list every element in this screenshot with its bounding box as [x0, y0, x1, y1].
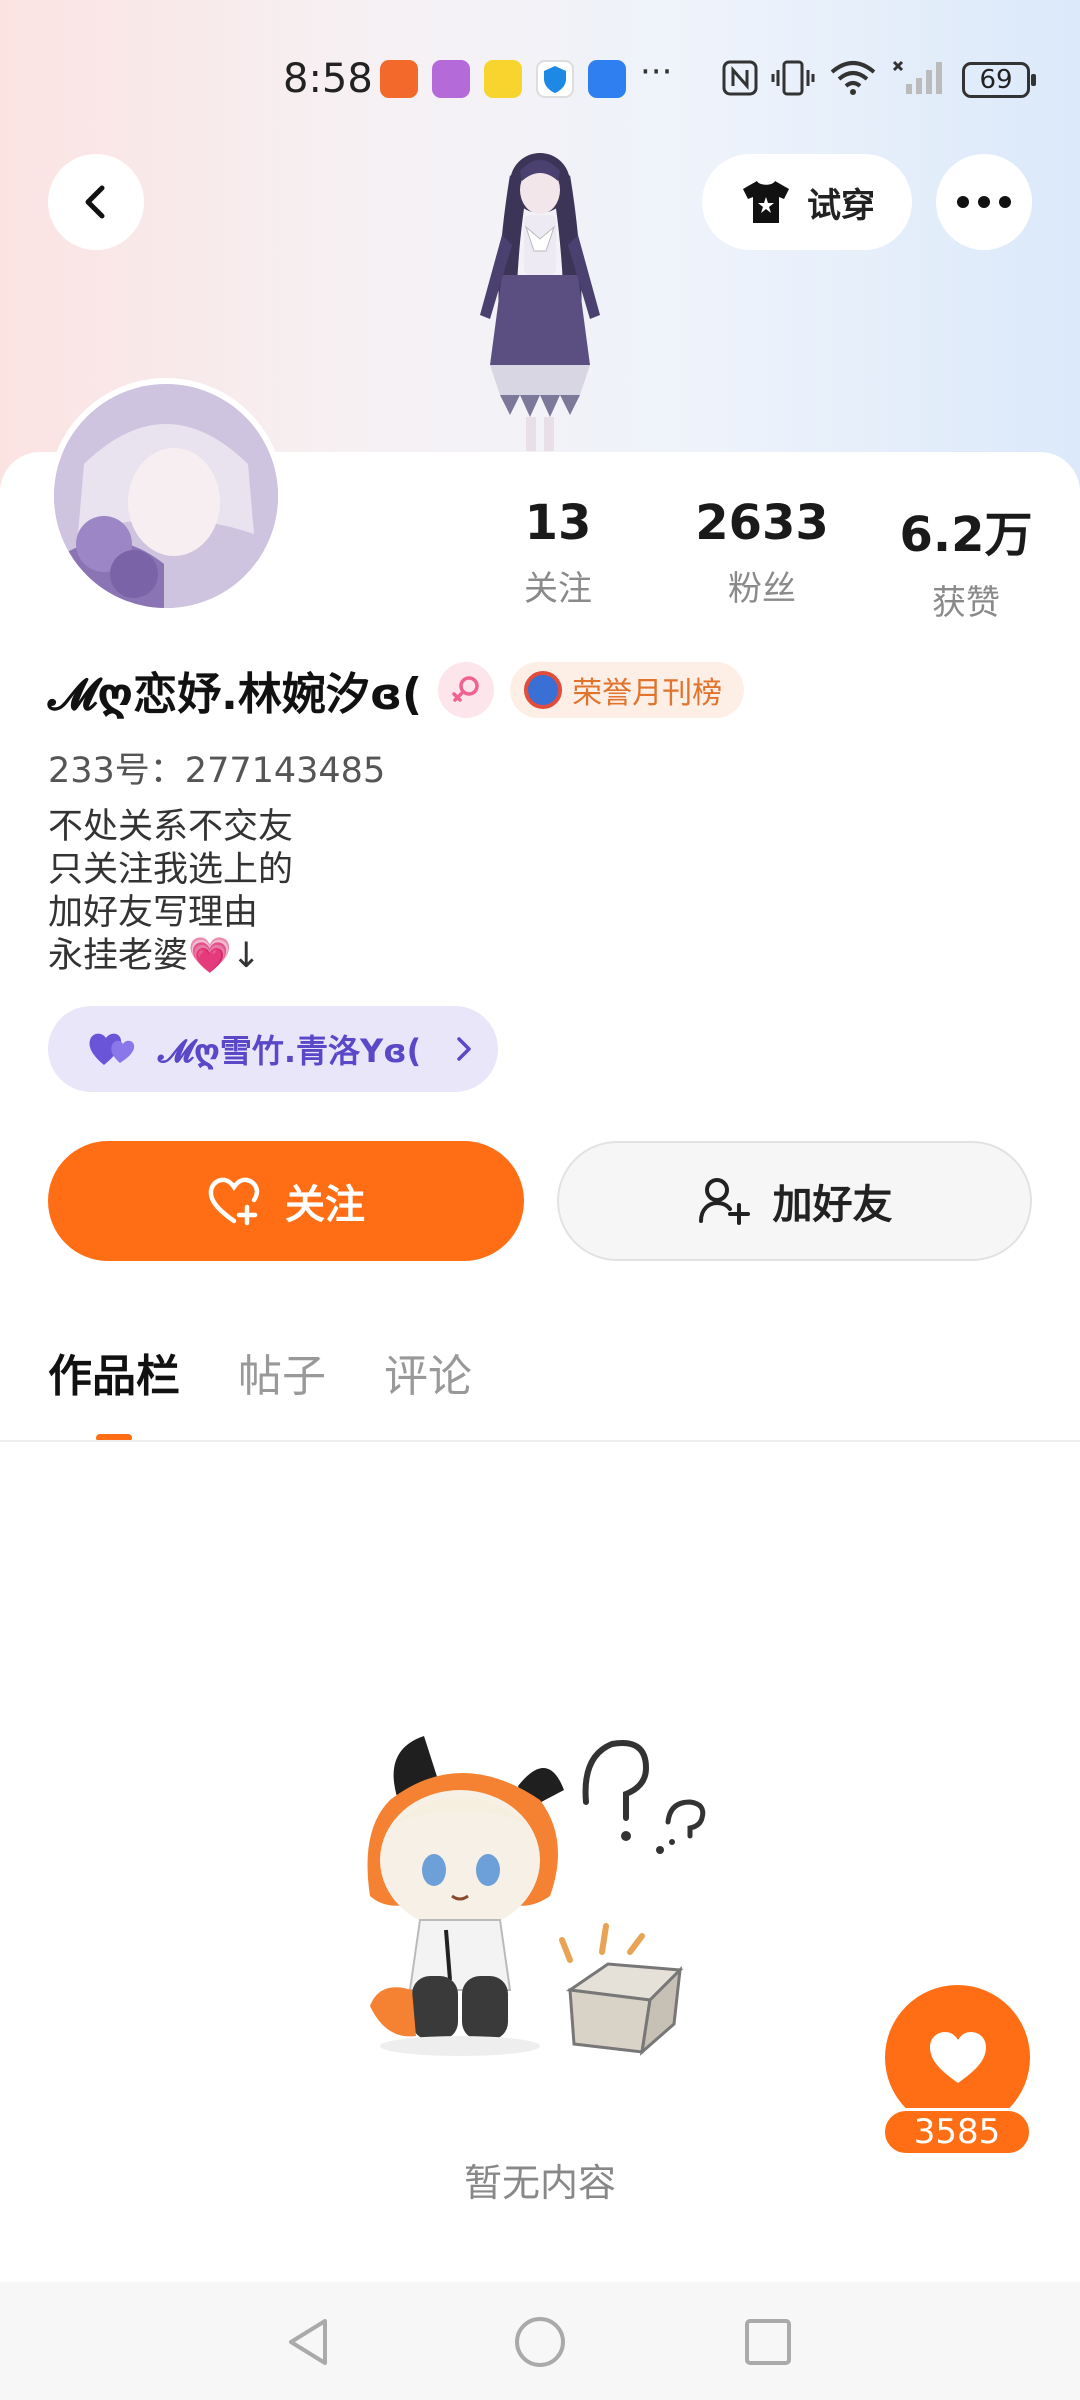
bio-line: 只关注我选上的 [48, 850, 294, 890]
avatar-costume-figure [480, 153, 600, 451]
add-user-icon [698, 1178, 750, 1225]
honor-badge[interactable]: 荣誉月刊榜 [510, 662, 745, 718]
cellular-signal-icon [892, 60, 942, 94]
notification-app-icon [484, 60, 522, 98]
follow-button[interactable]: 关注 [48, 1141, 524, 1261]
like-count-badge: 3585 [882, 2108, 1032, 2156]
notification-app-icon [432, 60, 470, 98]
square-recents-icon [745, 2319, 791, 2365]
triangle-back-icon [289, 2319, 327, 2365]
empty-state-illustration [367, 1736, 706, 2056]
avatar-image [54, 384, 278, 608]
circle-home-icon [515, 2317, 565, 2367]
username-row: 𝓜ღ恋妤.林婉汐ɞ( 荣誉月刊榜 [48, 660, 745, 720]
follow-label: 关注 [285, 1182, 365, 1228]
nav-back-button[interactable] [278, 2312, 338, 2372]
couple-link-chip[interactable]: 𝓜ღ雪竹.青洛Yɞ( [48, 1006, 498, 1092]
back-button[interactable] [48, 154, 144, 250]
stat-label: 粉丝 [728, 569, 796, 609]
wifi-icon [830, 61, 876, 95]
battery-indicator: 69 [962, 62, 1036, 98]
stat-fans[interactable]: 2633 粉丝 [672, 495, 852, 610]
system-navigation-bar [0, 2282, 1080, 2400]
chevron-right-icon [457, 1037, 471, 1061]
stat-label: 获赞 [932, 583, 1000, 623]
notification-app-icon [536, 60, 574, 98]
shirt-icon [743, 181, 789, 223]
bio-line: 永挂老婆💗↓ [48, 936, 261, 976]
honor-badge-label: 荣誉月刊榜 [572, 676, 723, 711]
bio-line: 不处关系不交友 [48, 807, 294, 847]
medal-icon [524, 671, 563, 709]
notification-app-icon [588, 60, 626, 98]
tab-comments[interactable]: 评论 [384, 1340, 472, 1404]
heart-icon [929, 2031, 986, 2083]
double-heart-icon [89, 1033, 135, 1065]
more-dots-icon [957, 196, 1011, 208]
stat-value: 6.2万 [899, 507, 1033, 563]
more-notifications-icon: ··· [640, 52, 673, 92]
add-friend-button[interactable]: 加好友 [557, 1141, 1032, 1261]
stat-following[interactable]: 13 关注 [468, 495, 648, 610]
notification-app-icon [380, 60, 418, 98]
stat-likes-received[interactable]: 6.2万 获赞 [876, 495, 1056, 624]
status-bar: 8:58 ··· 69 [0, 48, 1080, 118]
nav-home-button[interactable] [510, 2312, 570, 2372]
content-tabs: 作品栏 帖子 评论 [48, 1340, 472, 1442]
more-options-button[interactable] [936, 154, 1032, 250]
female-gender-icon [438, 662, 495, 718]
try-on-label: 试穿 [807, 185, 875, 226]
tabs-divider [0, 1440, 1080, 1442]
stat-label: 关注 [524, 569, 592, 609]
try-on-button[interactable]: 试穿 [702, 154, 912, 250]
bio-line: 加好友写理由 [48, 893, 259, 933]
heart-plus-icon [208, 1177, 260, 1226]
couple-link-name: 𝓜ღ雪竹.青洛Yɞ( [158, 1032, 422, 1070]
profile-avatar[interactable] [48, 378, 284, 614]
stat-value: 2633 [695, 495, 829, 551]
bio: 不处关系不交友 只关注我选上的 加好友写理由 永挂老婆💗↓ [48, 806, 293, 978]
chevron-left-icon [85, 185, 105, 219]
empty-state-text: 暂无内容 [463, 2161, 616, 2205]
nav-recents-button[interactable] [738, 2312, 798, 2372]
status-time: 8:58 [283, 56, 373, 102]
user-id: 233号：277143485 [48, 751, 386, 791]
vibrate-icon [771, 60, 815, 96]
add-friend-label: 加好友 [772, 1182, 893, 1228]
tab-posts[interactable]: 帖子 [238, 1340, 326, 1404]
tab-works[interactable]: 作品栏 [48, 1340, 180, 1442]
nfc-icon [722, 60, 758, 96]
stat-value: 13 [524, 495, 592, 551]
username: 𝓜ღ恋妤.林婉汐ɞ( [48, 669, 423, 720]
